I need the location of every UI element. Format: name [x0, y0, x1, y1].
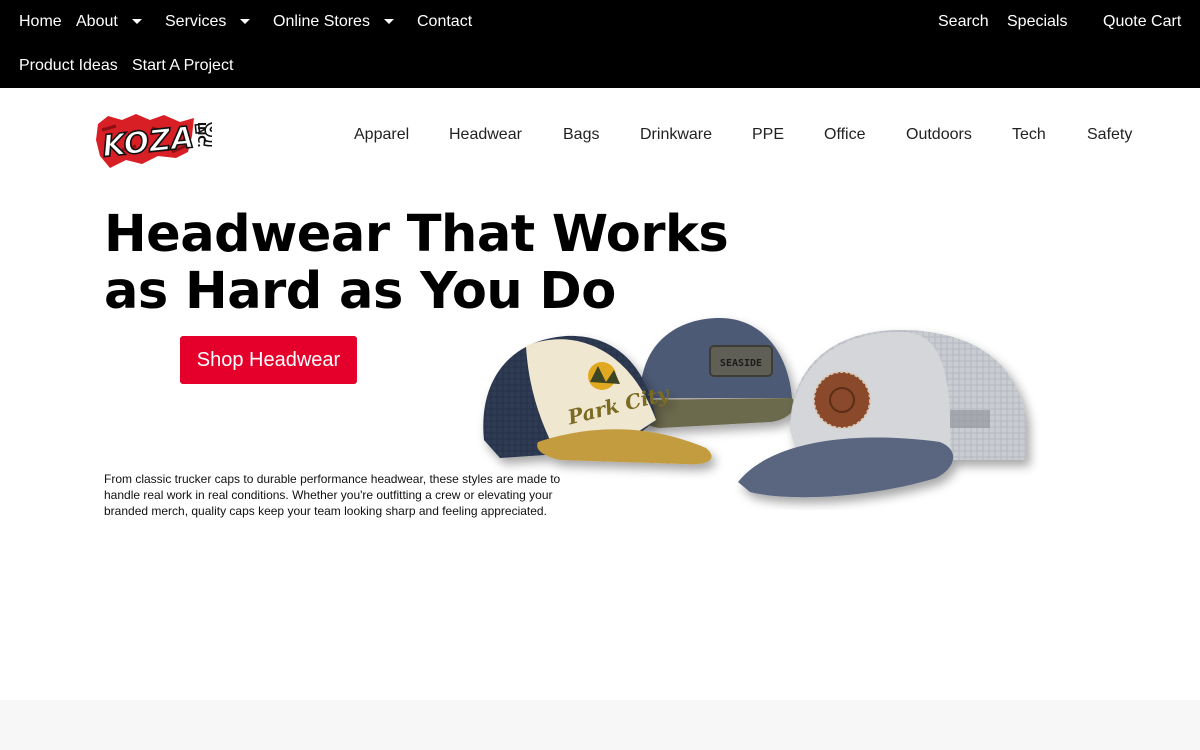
top-utility-bar: Home About Services Online Stores Contac…: [0, 0, 1200, 88]
nav-search[interactable]: Search: [938, 13, 989, 31]
category-tech[interactable]: Tech: [1012, 126, 1046, 144]
logo-mark-icon: KOZA'S INC.: [96, 114, 227, 168]
category-drinkware[interactable]: Drinkware: [640, 126, 712, 144]
svg-text:INC.: INC.: [195, 122, 208, 148]
category-ppe[interactable]: PPE: [752, 126, 784, 144]
footer-band: [0, 700, 1200, 750]
nav-start-a-project[interactable]: Start A Project: [132, 57, 233, 75]
nav-home[interactable]: Home: [19, 13, 62, 31]
category-safety[interactable]: Safety: [1087, 126, 1132, 144]
nav-contact[interactable]: Contact: [417, 13, 472, 31]
nav-quote-cart[interactable]: Quote Cart: [1103, 13, 1181, 31]
kozas-logo[interactable]: KOZA'S INC.: [92, 106, 227, 174]
shop-headwear-button[interactable]: Shop Headwear: [180, 336, 357, 384]
category-apparel[interactable]: Apparel: [354, 126, 409, 144]
category-outdoors[interactable]: Outdoors: [906, 126, 972, 144]
chevron-down-icon[interactable]: [132, 19, 142, 24]
hero-title-line-1: Headwear That Works: [104, 205, 729, 264]
chevron-down-icon[interactable]: [240, 19, 250, 24]
hero-description: From classic trucker caps to durable per…: [104, 472, 561, 518]
category-headwear[interactable]: Headwear: [449, 126, 522, 144]
category-bags[interactable]: Bags: [563, 126, 599, 144]
nav-product-ideas[interactable]: Product Ideas: [19, 57, 118, 75]
hero-title: Headwear That Works as Hard as You Do: [104, 206, 804, 320]
nav-online-stores[interactable]: Online Stores: [273, 13, 370, 31]
nav-about[interactable]: About: [76, 13, 118, 31]
nav-services[interactable]: Services: [165, 13, 226, 31]
category-office[interactable]: Office: [824, 126, 866, 144]
seaside-patch-text: SEASIDE: [720, 358, 762, 369]
nav-specials[interactable]: Specials: [1007, 13, 1067, 31]
chevron-down-icon[interactable]: [384, 19, 394, 24]
